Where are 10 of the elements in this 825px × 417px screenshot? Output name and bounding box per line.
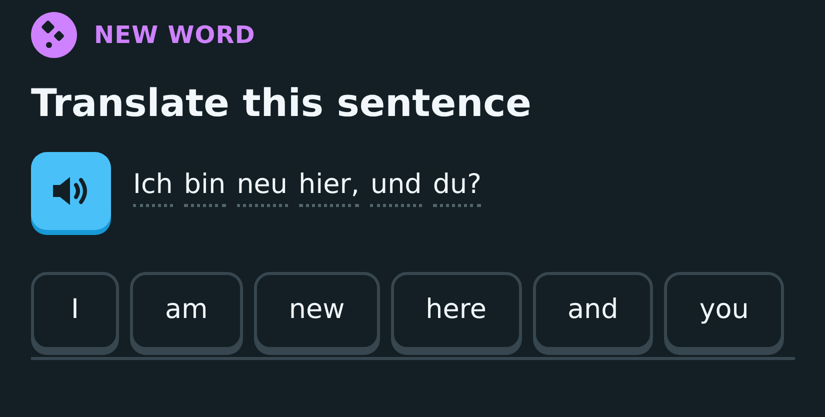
lesson-badge-label: NEW WORD xyxy=(94,20,256,51)
sentence-word[interactable]: Ich xyxy=(133,168,173,207)
sentence-word[interactable]: neu xyxy=(236,168,288,207)
audio-button[interactable] xyxy=(31,152,111,230)
sentence-word[interactable]: und xyxy=(370,168,422,207)
gems-icon xyxy=(31,12,77,58)
sentence-word[interactable]: hier, xyxy=(298,168,360,207)
sentence-word[interactable]: bin xyxy=(184,168,226,207)
sentence-word[interactable]: du? xyxy=(432,168,482,207)
challenge-title: Translate this sentence xyxy=(31,80,532,127)
